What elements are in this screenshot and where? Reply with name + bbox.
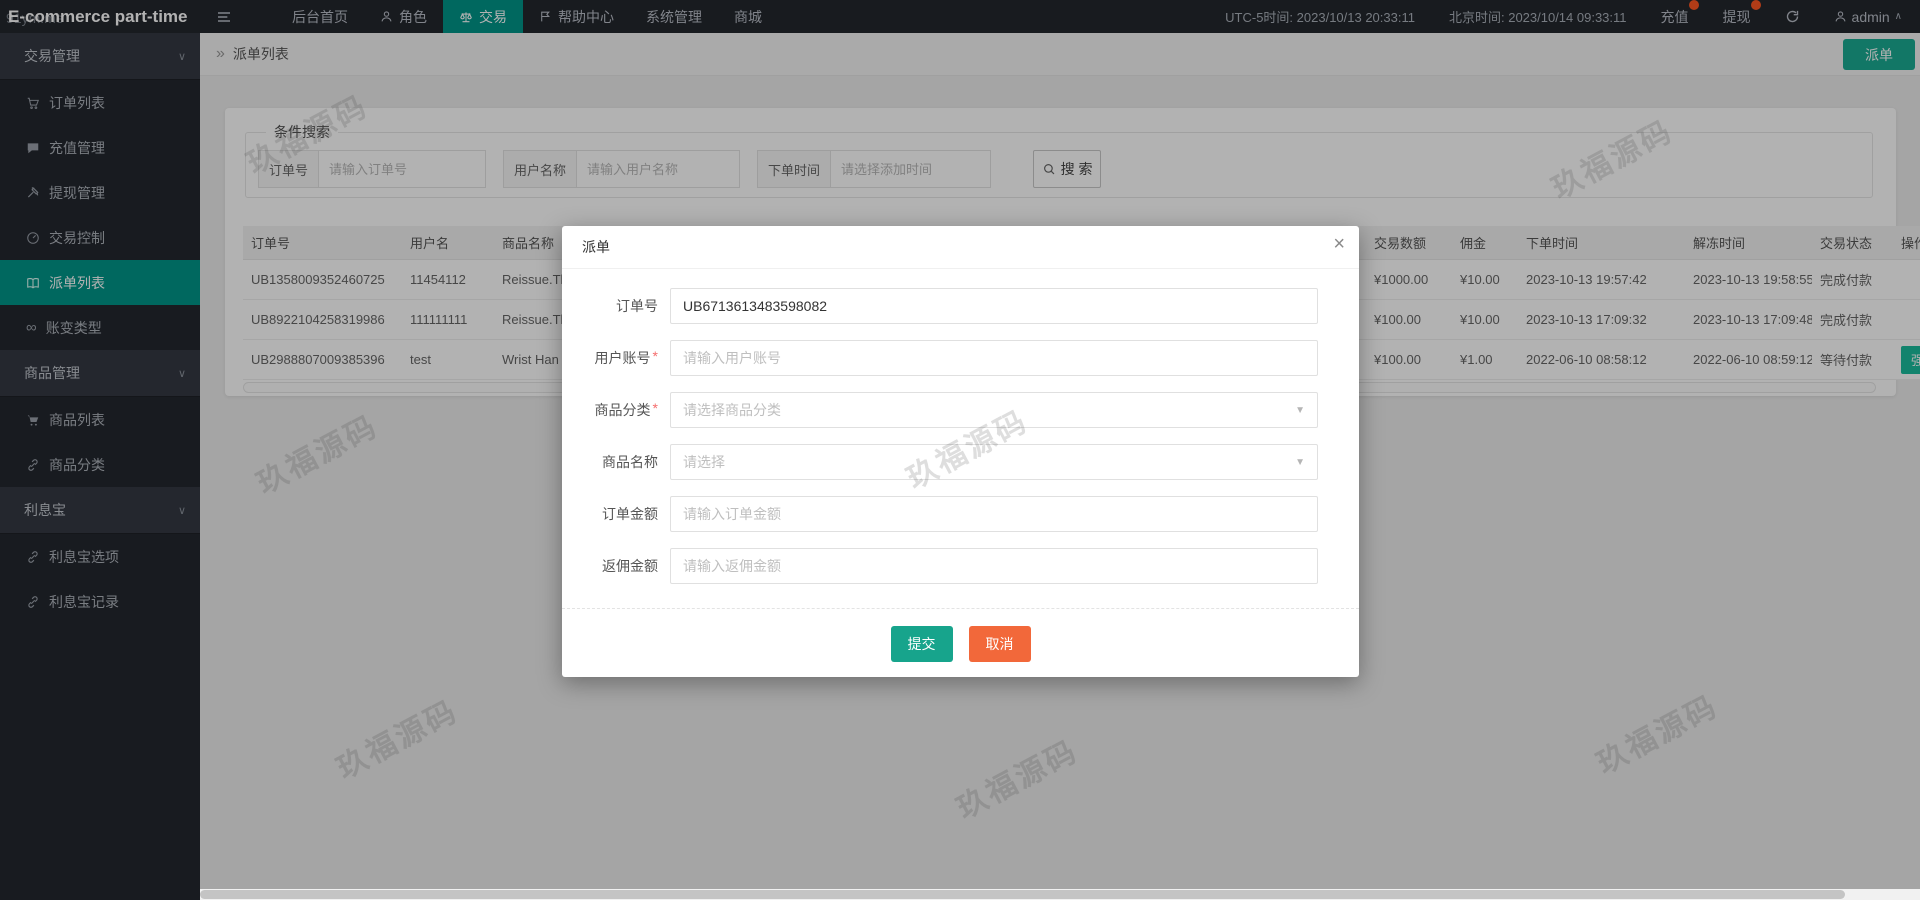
dropdown-arrow-icon: ▼ [1295, 404, 1305, 416]
required-mark: * [652, 400, 658, 416]
modal-title: 派单 [562, 226, 1359, 269]
modal-field-order-amount: 订单金额 [562, 496, 1359, 532]
horizontal-scrollbar [200, 889, 1920, 900]
modal-field-user-account: 用户账号 * [562, 340, 1359, 376]
dispatch-modal: 派单 × 订单号 用户账号* 商品分类* 请选择商品分类 ▼ 商品名称 请选择 … [562, 226, 1359, 677]
modal-product-category-select[interactable]: 请选择商品分类 ▼ [670, 392, 1318, 428]
modal-field-product-name: 商品名称 请选择 ▼ [562, 444, 1359, 480]
modal-body: 订单号 用户账号* 商品分类* 请选择商品分类 ▼ 商品名称 请选择 ▼ 订单金… [562, 269, 1359, 584]
modal-field-order-no: 订单号 [562, 288, 1359, 324]
submit-button[interactable]: 提交 [890, 626, 953, 662]
modal-field-product-category: 商品分类 * 请选择商品分类 ▼ [562, 392, 1359, 428]
horizontal-scrollbar-thumb[interactable] [200, 890, 1845, 899]
modal-product-name-select[interactable]: 请选择 ▼ [670, 444, 1318, 480]
modal-order-no-input[interactable] [670, 288, 1318, 324]
modal-field-rebate-amount: 返佣金额 [562, 548, 1359, 584]
close-icon[interactable]: × [1333, 234, 1345, 254]
cancel-button[interactable]: 取消 [968, 626, 1031, 662]
modal-user-account-input[interactable] [670, 340, 1318, 376]
modal-rebate-amount-input[interactable] [670, 548, 1318, 584]
dropdown-arrow-icon: ▼ [1295, 456, 1305, 468]
modal-divider [562, 608, 1359, 609]
required-mark: * [652, 348, 658, 364]
modal-order-amount-input[interactable] [670, 496, 1318, 532]
modal-buttons: 提交 取消 [562, 626, 1359, 662]
